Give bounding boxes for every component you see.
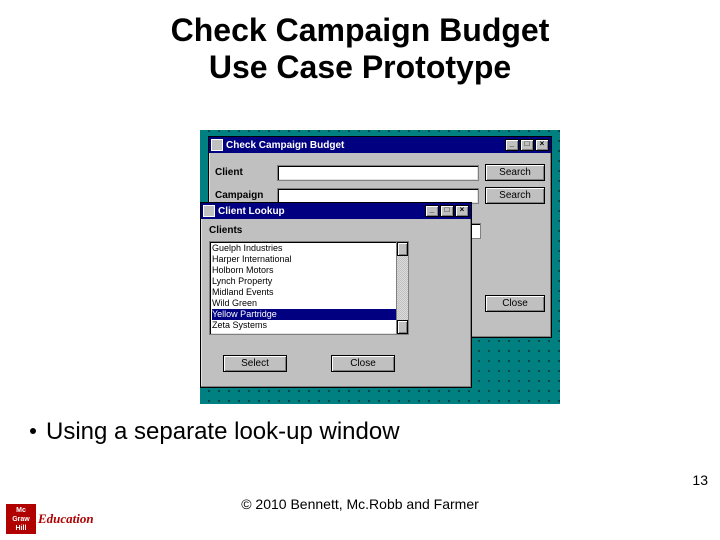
list-item[interactable]: Holborn Motors — [212, 265, 406, 276]
publisher-logo: McGrawHill Education — [6, 504, 94, 534]
listbox-scrollbar[interactable] — [396, 242, 408, 334]
maximize-icon[interactable]: □ — [440, 205, 454, 217]
logo-suffix: Education — [38, 511, 94, 527]
screenshot-canvas: Check Campaign Budget _ □ × Client Searc… — [200, 130, 560, 404]
lookup-window-title: Client Lookup — [218, 206, 424, 217]
close-icon[interactable]: × — [535, 139, 549, 151]
bullet-text: Using a separate look-up window — [46, 418, 400, 445]
lookup-window: Client Lookup _ □ × Clients Guelph Indus… — [200, 202, 472, 388]
list-item[interactable]: Guelph Industries — [212, 243, 406, 254]
bullet-icon — [30, 428, 36, 434]
maximize-icon[interactable]: □ — [520, 139, 534, 151]
client-label: Client — [215, 167, 271, 178]
lookup-close-button[interactable]: Close — [331, 355, 395, 372]
minimize-icon[interactable]: _ — [425, 205, 439, 217]
system-menu-icon[interactable] — [203, 205, 215, 217]
list-item[interactable]: Midland Events — [212, 287, 406, 298]
list-item[interactable]: Harper International — [212, 254, 406, 265]
copyright-text: © 2010 Bennett, Mc.Robb and Farmer — [0, 496, 720, 512]
system-menu-icon[interactable] — [211, 139, 223, 151]
slide-title: Check Campaign Budget Use Case Prototype — [0, 0, 720, 86]
main-window-title: Check Campaign Budget — [226, 140, 504, 151]
list-item[interactable]: Wild Green — [212, 298, 406, 309]
campaign-label: Campaign — [215, 190, 271, 201]
client-search-button[interactable]: Search — [485, 164, 545, 181]
clients-listbox[interactable]: Guelph Industries Harper International H… — [209, 241, 409, 335]
title-line-2: Use Case Prototype — [209, 49, 511, 85]
client-input[interactable] — [277, 165, 479, 181]
list-item[interactable]: Lynch Property — [212, 276, 406, 287]
list-item-selected[interactable]: Yellow Partridge — [212, 309, 406, 320]
main-close-button[interactable]: Close — [485, 295, 545, 312]
main-window-titlebar[interactable]: Check Campaign Budget _ □ × — [209, 137, 551, 153]
logo-square: McGrawHill — [6, 504, 36, 534]
clients-label: Clients — [209, 225, 265, 236]
page-number: 13 — [692, 472, 708, 488]
select-button[interactable]: Select — [223, 355, 287, 372]
close-icon[interactable]: × — [455, 205, 469, 217]
lookup-window-titlebar[interactable]: Client Lookup _ □ × — [201, 203, 471, 219]
campaign-search-button[interactable]: Search — [485, 187, 545, 204]
title-line-1: Check Campaign Budget — [171, 12, 550, 48]
slide-bullet: Using a separate look-up window — [30, 418, 400, 446]
list-item[interactable]: Zeta Systems — [212, 320, 406, 331]
minimize-icon[interactable]: _ — [505, 139, 519, 151]
